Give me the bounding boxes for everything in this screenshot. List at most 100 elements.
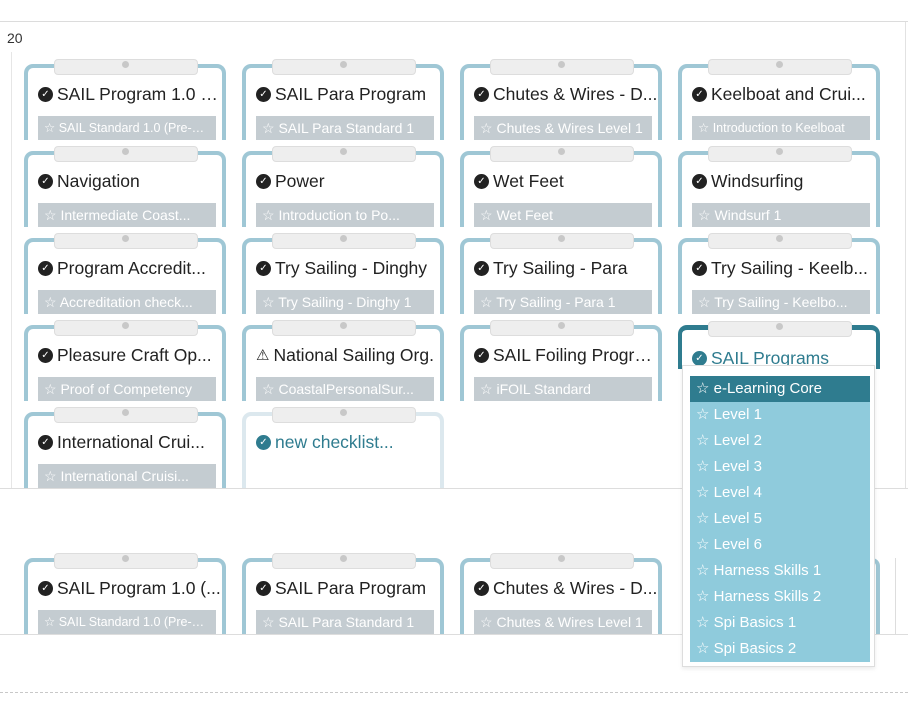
check-circle-icon: ✓ [692, 351, 707, 366]
card-title[interactable]: ✓ Pleasure Craft Op... [38, 345, 222, 366]
checklist-card[interactable]: ✓ Try Sailing - Keelb... ☆ Try Sailing - … [678, 233, 880, 314]
card-title[interactable]: ✓ SAIL Para Program [256, 578, 440, 599]
star-icon: ☆ [480, 207, 493, 223]
check-circle-icon: ✓ [38, 174, 53, 189]
card-title[interactable]: ✓ SAIL Para Program [256, 84, 440, 105]
card-subtitle[interactable]: ☆ Intermediate Coast... [38, 203, 216, 227]
checklist-card[interactable]: ⚠ National Sailing Org. ☆ CoastalPersonal… [242, 320, 444, 401]
star-icon: ☆ [44, 381, 57, 397]
card-title[interactable]: ✓ Keelboat and Crui... [692, 84, 876, 105]
card-title[interactable]: ✓ Try Sailing - Para [474, 258, 658, 279]
check-circle-icon: ✓ [38, 87, 53, 102]
clip-icon [54, 146, 198, 162]
card-title[interactable]: ✓ Chutes & Wires - D... [474, 578, 658, 599]
card-subtitle[interactable]: ☆ Accreditation check... [38, 290, 216, 314]
dropdown-item[interactable]: ☆ Level 4 [690, 480, 870, 506]
card-title[interactable]: ✓ International Crui... [38, 432, 222, 453]
week-number: 20 [7, 30, 23, 46]
star-icon: ☆ [696, 458, 710, 475]
card-title[interactable]: ✓ Try Sailing - Keelb... [692, 258, 876, 279]
card-title[interactable]: ✓ SAIL Program 1.0 (V... [38, 84, 222, 105]
card-subtitle[interactable]: ☆ SAIL Para Standard 1 [256, 610, 434, 634]
star-icon: ☆ [480, 120, 493, 136]
checklist-card[interactable]: ✓ Wet Feet ☆ Wet Feet [460, 146, 662, 227]
dropdown-item[interactable]: ☆ Level 2 [690, 428, 870, 454]
dropdown-item[interactable]: ☆ Harness Skills 1 [690, 558, 870, 584]
checklist-card[interactable]: ✓ SAIL Para Program ☆ SAIL Para Standard … [242, 59, 444, 140]
dropdown-item[interactable]: ☆ Level 3 [690, 454, 870, 480]
clip-icon [490, 233, 634, 249]
card-title[interactable]: ✓ SAIL Program 1.0 (... [38, 578, 222, 599]
card-title[interactable]: ✓ Windsurfing [692, 171, 876, 192]
checklist-card[interactable]: ✓ SAIL Para Program ☆ SAIL Para Standard … [242, 553, 444, 634]
checklist-card[interactable]: ✓ Program Accredit... ☆ Accreditation che… [24, 233, 226, 314]
card-title[interactable]: ✓ Program Accredit... [38, 258, 222, 279]
clip-icon [54, 553, 198, 569]
checklist-card[interactable]: ✓ Navigation ☆ Intermediate Coast... [24, 146, 226, 227]
dropdown-item[interactable]: ☆ Level 6 [690, 532, 870, 558]
dropdown-item-selected[interactable]: ☆ e-Learning Core [690, 376, 870, 402]
check-circle-icon: ✓ [256, 435, 271, 450]
dropdown-item[interactable]: ☆ Spi Basics 2 [690, 636, 870, 662]
star-icon: ☆ [696, 406, 710, 423]
checklist-card[interactable]: ✓ Power ☆ Introduction to Po... [242, 146, 444, 227]
star-icon: ☆ [262, 120, 275, 136]
check-circle-icon: ✓ [474, 348, 489, 363]
checklist-card[interactable]: ✓ Keelboat and Crui... ☆ Introduction to … [678, 59, 880, 140]
card-title[interactable]: ✓ new checklist... [256, 432, 440, 453]
card-subtitle[interactable]: ☆ SAIL Standard 1.0 (Pre-20... [38, 116, 216, 140]
star-icon: ☆ [480, 294, 493, 310]
card-title[interactable]: ✓ Chutes & Wires - D... [474, 84, 658, 105]
card-title[interactable]: ✓ Navigation [38, 171, 222, 192]
card-subtitle[interactable]: ☆ Introduction to Keelboat [692, 116, 870, 140]
card-title[interactable]: ⚠ National Sailing Org. [256, 345, 440, 366]
dropdown-item[interactable]: ☆ Spi Basics 1 [690, 610, 870, 636]
star-icon: ☆ [698, 294, 711, 310]
card-subtitle[interactable]: ☆ Windsurf 1 [692, 203, 870, 227]
star-icon: ☆ [262, 614, 275, 630]
card-subtitle[interactable]: ☆ Try Sailing - Dinghy 1 [256, 290, 434, 314]
card-title[interactable]: ✓ Wet Feet [474, 171, 658, 192]
card-subtitle[interactable]: ☆ SAIL Para Standard 1 [256, 116, 434, 140]
card-subtitle[interactable]: ☆ Try Sailing - Para 1 [474, 290, 652, 314]
dropdown-item[interactable]: ☆ Level 5 [690, 506, 870, 532]
clip-icon [708, 321, 852, 337]
checklist-card[interactable]: ✓ Chutes & Wires - D... ☆ Chutes & Wires … [460, 59, 662, 140]
checklist-card[interactable]: ✓ SAIL Foiling Program ☆ iFOIL Standard [460, 320, 662, 401]
card-subtitle[interactable]: ☆ SAIL Standard 1.0 (Pre-20... [38, 610, 216, 634]
checklist-card[interactable]: ✓ SAIL Program 1.0 (... ☆ SAIL Standard 1… [24, 553, 226, 634]
checklist-card[interactable]: ✓ Pleasure Craft Op... ☆ Proof of Compete… [24, 320, 226, 401]
new-checklist-card[interactable]: ✓ new checklist... [242, 407, 444, 488]
card-subtitle[interactable]: ☆ CoastalPersonalSur... [256, 377, 434, 401]
card-subtitle[interactable]: ☆ iFOIL Standard [474, 377, 652, 401]
dashed-divider [0, 692, 908, 693]
card-title[interactable]: ✓ SAIL Foiling Program [474, 345, 658, 366]
card-subtitle[interactable]: ☆ Chutes & Wires Level 1 [474, 610, 652, 634]
card-subtitle[interactable]: ☆ Try Sailing - Keelbo... [692, 290, 870, 314]
check-circle-icon: ✓ [692, 261, 707, 276]
star-icon: ☆ [696, 484, 710, 501]
card-subtitle[interactable]: ☆ Chutes & Wires Level 1 [474, 116, 652, 140]
clip-icon [54, 407, 198, 423]
card-title[interactable]: ✓ Try Sailing - Dinghy [256, 258, 440, 279]
card-subtitle[interactable]: ☆ Proof of Competency [38, 377, 216, 401]
star-icon: ☆ [480, 381, 493, 397]
card-subtitle[interactable]: ☆ Wet Feet [474, 203, 652, 227]
card-subtitle[interactable]: ☆ Introduction to Po... [256, 203, 434, 227]
check-circle-icon: ✓ [692, 174, 707, 189]
checklist-card[interactable]: ✓ Try Sailing - Dinghy ☆ Try Sailing - Di… [242, 233, 444, 314]
checklist-card[interactable]: ✓ Chutes & Wires - D... ☆ Chutes & Wires … [460, 553, 662, 634]
checklist-card[interactable]: ✓ Windsurfing ☆ Windsurf 1 [678, 146, 880, 227]
star-icon: ☆ [696, 562, 710, 579]
checklist-card[interactable]: ✓ Try Sailing - Para ☆ Try Sailing - Para… [460, 233, 662, 314]
card-title[interactable]: ✓ Power [256, 171, 440, 192]
checklist-card-active[interactable]: ✓ SAIL Programs [678, 321, 880, 369]
star-icon: ☆ [44, 615, 56, 629]
checklist-card[interactable]: ✓ SAIL Program 1.0 (V... ☆ SAIL Standard … [24, 59, 226, 140]
clip-icon [54, 59, 198, 75]
card-subtitle[interactable]: ☆ International Cruisi... [38, 464, 216, 488]
dropdown-item[interactable]: ☆ Harness Skills 2 [690, 584, 870, 610]
dropdown-item[interactable]: ☆ Level 1 [690, 402, 870, 428]
clip-icon [708, 59, 852, 75]
checklist-card[interactable]: ✓ International Crui... ☆ International C… [24, 407, 226, 488]
